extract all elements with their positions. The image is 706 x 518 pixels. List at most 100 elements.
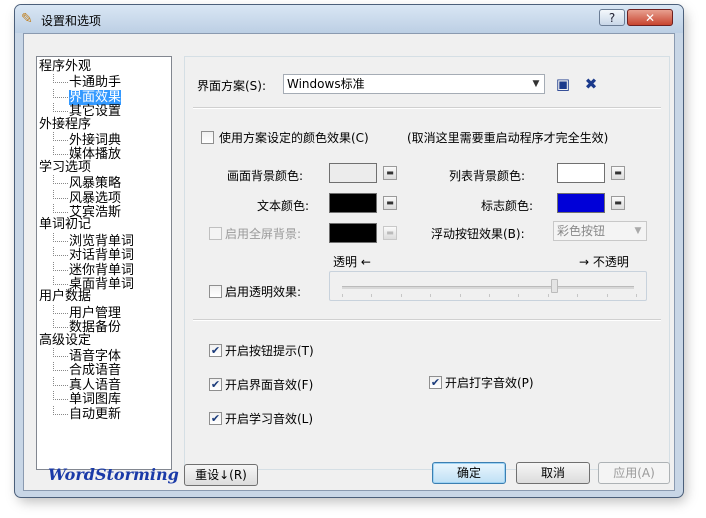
tree-category[interactable]: 单词初记 xyxy=(39,218,91,232)
tree-connector xyxy=(53,103,68,113)
slider-tick xyxy=(400,294,402,297)
tree-connector xyxy=(53,204,68,213)
float-button-label: 浮动按钮效果(B): xyxy=(431,227,525,241)
tree-connector xyxy=(53,304,68,314)
list-bg-label: 列表背景颜色: xyxy=(449,169,526,183)
tree-connector xyxy=(53,276,68,285)
transparency-label: 启用透明效果: xyxy=(225,285,302,299)
slider-tick xyxy=(577,294,579,297)
restart-note: (取消这里需要重启动程序才完全生效) xyxy=(407,131,609,145)
fullscreen-bg-swatch[interactable] xyxy=(329,223,377,243)
slider-track xyxy=(342,286,634,289)
tree-item[interactable]: 自动更新 xyxy=(53,405,122,422)
tree-category[interactable]: 学习选项 xyxy=(39,159,92,175)
tree-connector xyxy=(53,319,68,329)
tree-item-label: 自动更新 xyxy=(69,406,122,422)
opaque-end-label: → 不透明 xyxy=(579,255,629,269)
ui-sound-checkbox[interactable]: ✔ xyxy=(209,378,222,391)
tree-connector xyxy=(53,348,68,357)
wand-icon: ✎ xyxy=(21,11,33,27)
slider-tick xyxy=(489,294,490,297)
study-sound-label: 开启学习音效(L) xyxy=(225,412,314,426)
delete-icon[interactable]: ✖ xyxy=(583,76,599,92)
category-tree[interactable]: 程序外观 卡通助手 界面效果 其它设置 外接程序 外接词典 媒体播放 学习选项 风暴策略 风暴选项… xyxy=(36,56,172,470)
tree-connector xyxy=(53,175,68,185)
tree-category[interactable]: 高级设定 xyxy=(39,332,92,348)
tree-connector xyxy=(53,132,68,141)
typing-sound-checkbox[interactable]: ✔ xyxy=(429,376,442,389)
slider-tick xyxy=(518,294,520,297)
slider-thumb[interactable] xyxy=(550,279,558,293)
window-title: 设置和选项 xyxy=(41,14,102,28)
study-sound-checkbox[interactable]: ✔ xyxy=(209,412,222,425)
tree-item-label: 单词初记 xyxy=(39,217,92,233)
marker-color-swatch[interactable] xyxy=(557,193,605,213)
tree-connector xyxy=(53,376,68,386)
separator xyxy=(193,319,661,321)
tree-item-label: 用户数据 xyxy=(39,289,92,305)
fullscreen-bg-picker-button[interactable]: ▬ xyxy=(383,226,397,240)
text-color-picker-button[interactable]: ▬ xyxy=(383,196,397,210)
fullscreen-bg-checkbox[interactable] xyxy=(209,227,222,240)
tree-category[interactable]: 用户数据 xyxy=(39,290,91,304)
canvas-bg-picker-button[interactable]: ▬ xyxy=(383,166,397,180)
tree-item-label: 高级设定 xyxy=(39,332,92,348)
tree-category[interactable]: 外接程序 xyxy=(39,116,92,132)
slider-tick xyxy=(636,294,637,297)
marker-color-label: 标志颜色: xyxy=(481,199,534,213)
apply-button[interactable]: 应用(A) xyxy=(598,462,670,484)
tree-connector xyxy=(53,189,68,199)
ui-sound-label: 开启界面音效(F) xyxy=(225,378,314,392)
list-bg-swatch[interactable] xyxy=(557,163,605,183)
tree-connector xyxy=(53,74,68,84)
scheme-select-value: Windows标准 xyxy=(287,77,365,91)
settings-panel: 界面方案(S): Windows标准 ▼ ▣ ✖ 使用方案设定的颜色效果(C) … xyxy=(184,56,670,470)
fullscreen-bg-label: 启用全屏背景: xyxy=(225,227,302,241)
use-scheme-colors-checkbox[interactable] xyxy=(201,131,214,144)
cancel-button[interactable]: 取消 xyxy=(516,462,590,484)
ok-button[interactable]: 确定 xyxy=(432,462,506,484)
separator xyxy=(193,107,661,109)
tree-item-label: 学习选项 xyxy=(39,159,92,175)
button-tips-checkbox[interactable]: ✔ xyxy=(209,344,222,357)
typing-sound-label: 开启打字音效(P) xyxy=(445,376,534,390)
chevron-down-icon: ▼ xyxy=(532,79,540,89)
slider-tick xyxy=(459,294,461,297)
save-icon[interactable]: ▣ xyxy=(555,76,571,92)
help-button[interactable]: ? xyxy=(599,9,625,26)
tree-connector xyxy=(53,88,68,98)
text-color-swatch[interactable] xyxy=(329,193,377,213)
marker-color-picker-button[interactable]: ▬ xyxy=(611,196,625,210)
use-scheme-colors-label: 使用方案设定的颜色效果(C) xyxy=(219,131,369,145)
tree-connector xyxy=(53,247,68,257)
text-color-label: 文本颜色: xyxy=(257,199,310,213)
tree-connector xyxy=(53,261,68,271)
tree-connector xyxy=(53,405,68,415)
title-bar[interactable]: ✎ 设置和选项 ? ✕ xyxy=(15,5,683,33)
tree-connector xyxy=(53,362,68,372)
tree-connector xyxy=(53,391,68,401)
button-tips-label: 开启按钮提示(T) xyxy=(225,344,314,358)
scheme-select[interactable]: Windows标准 ▼ xyxy=(283,74,545,94)
tree-connector xyxy=(53,232,68,242)
slider-tick xyxy=(430,294,432,297)
tree-item-label: 程序外观 xyxy=(39,59,92,74)
scheme-label: 界面方案(S): xyxy=(197,79,267,93)
reset-button[interactable]: 重设↓(R) xyxy=(184,464,258,486)
chevron-down-icon: ▼ xyxy=(634,226,642,236)
settings-dialog: ✎ 设置和选项 ? ✕ 程序外观 卡通助手 界面效果 其它设置 外接程序 外接词典 媒体播放… xyxy=(14,4,684,498)
transparency-slider[interactable] xyxy=(329,271,647,301)
slider-tick xyxy=(606,294,608,297)
transparency-checkbox[interactable] xyxy=(209,285,222,298)
canvas-bg-swatch[interactable] xyxy=(329,163,377,183)
tree-item-label: 外接程序 xyxy=(39,116,92,132)
close-button[interactable]: ✕ xyxy=(627,9,673,26)
float-button-select-value: 彩色按钮 xyxy=(557,224,606,238)
float-button-select[interactable]: 彩色按钮 ▼ xyxy=(553,221,647,241)
transparent-end-label: 透明 ← xyxy=(333,255,371,269)
tree-connector xyxy=(53,146,68,156)
list-bg-picker-button[interactable]: ▬ xyxy=(611,166,625,180)
slider-tick xyxy=(342,294,343,297)
tree-category[interactable]: 程序外观 xyxy=(39,59,92,74)
slider-tick xyxy=(547,294,549,297)
